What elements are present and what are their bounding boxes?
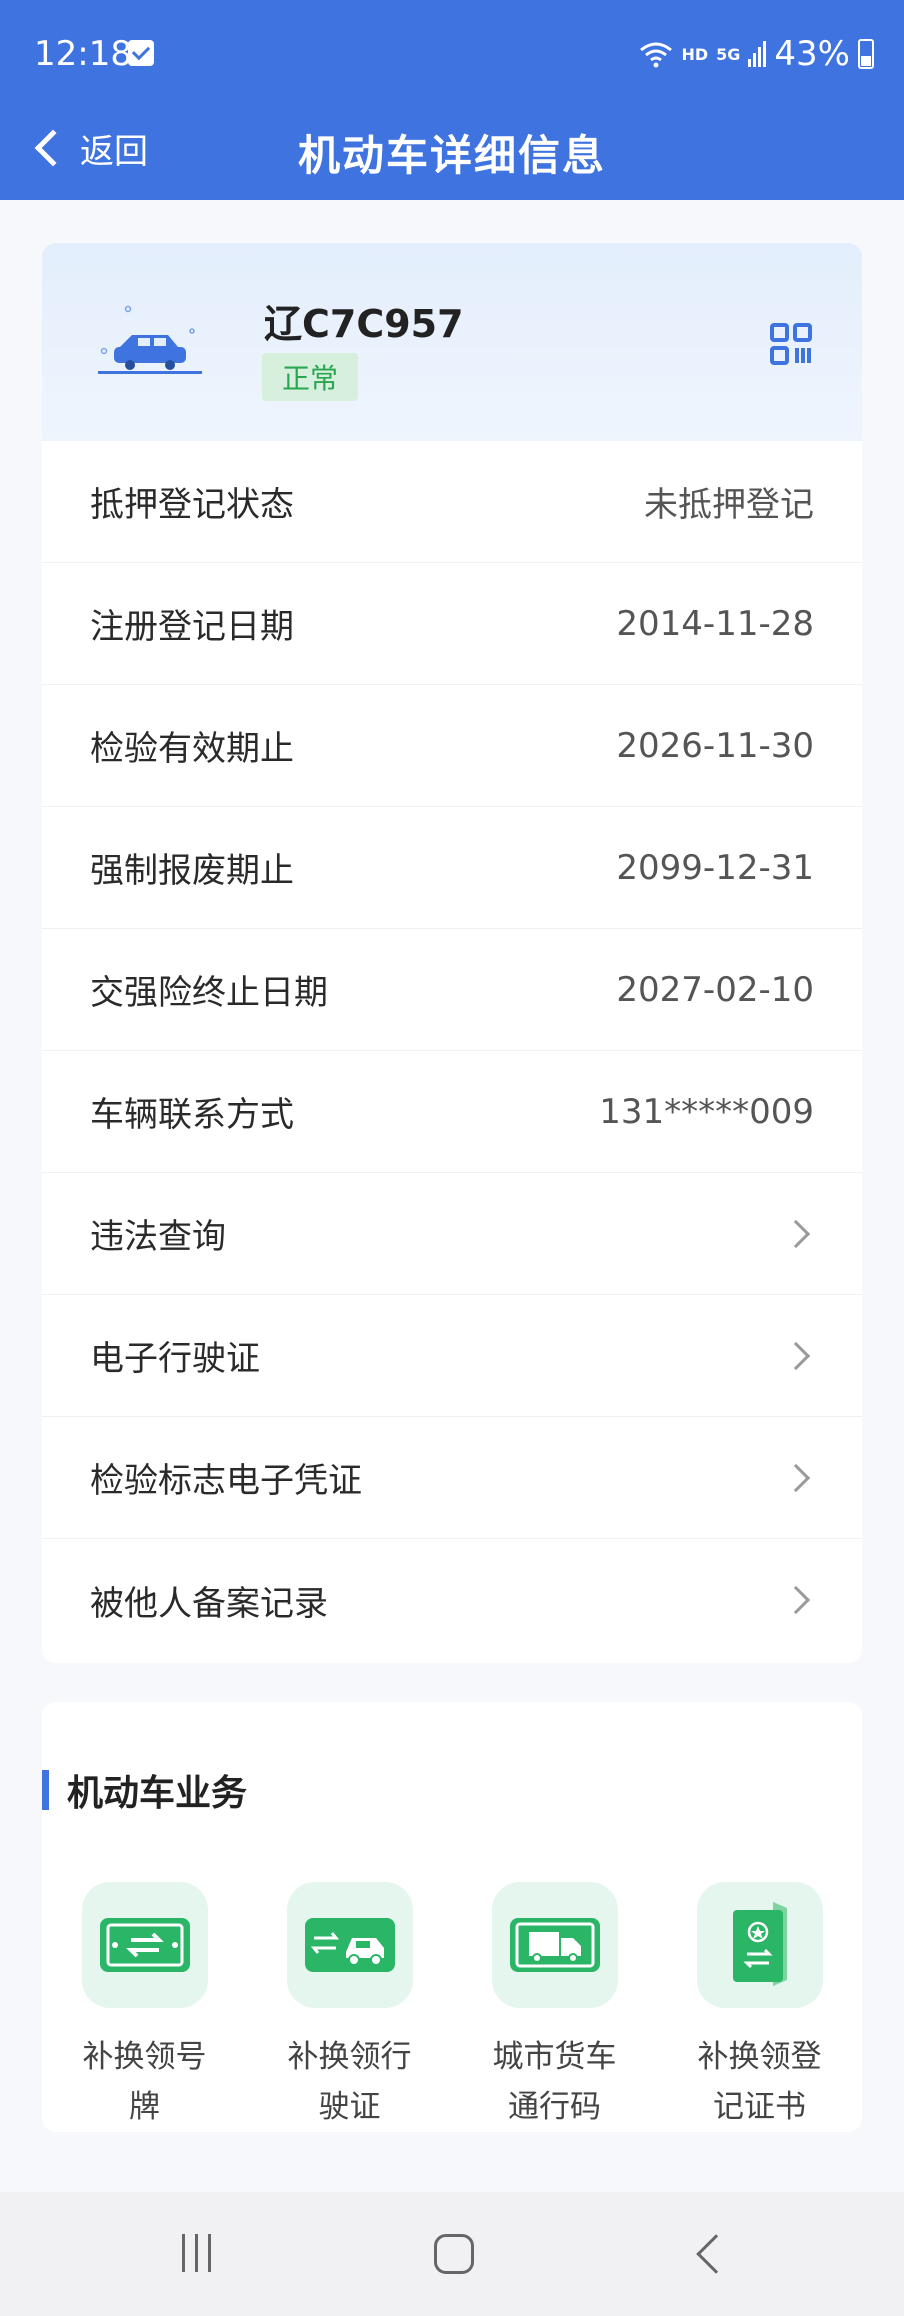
row-label: 抵押登记状态 xyxy=(90,485,294,525)
row-label: 注册登记日期 xyxy=(90,607,294,647)
info-row-inspection-expiry: 检验有效期止 2026-11-30 xyxy=(42,685,862,807)
business-grid: 补换领号牌 补换领行驶证 城市货车通行码 补换领登记证书 xyxy=(42,1882,862,2132)
link-row-violation-query[interactable]: 违法查询 xyxy=(42,1173,862,1295)
system-nav-bar xyxy=(0,2192,904,2316)
row-label: 电子行驶证 xyxy=(90,1339,260,1379)
row-value: 2099-12-31 xyxy=(616,847,814,888)
info-row-registration-date: 注册登记日期 2014-11-28 xyxy=(42,563,862,685)
row-label: 检验有效期止 xyxy=(90,729,294,769)
row-value: 2027-02-10 xyxy=(616,969,814,1010)
certificate-swap-icon xyxy=(732,1902,787,1986)
info-row-insurance-end: 交强险终止日期 2027-02-10 xyxy=(42,929,862,1051)
row-label: 检验标志电子凭证 xyxy=(90,1461,362,1501)
status-bar: 12:18 HD 5G 43% xyxy=(0,0,904,112)
business-label: 补换领号牌 xyxy=(82,2039,207,2125)
vehicle-header: 辽C7C957 正常 xyxy=(42,243,862,441)
row-value: 131*****009 xyxy=(599,1091,814,1132)
back-icon[interactable] xyxy=(696,2234,736,2274)
row-value: 未抵押登记 xyxy=(644,485,814,525)
car-swap-icon xyxy=(304,1918,395,1972)
recent-apps-icon[interactable] xyxy=(182,2234,211,2272)
car-icon xyxy=(98,305,202,374)
row-label: 车辆联系方式 xyxy=(90,1095,294,1135)
row-label: 交强险终止日期 xyxy=(90,973,328,1013)
info-row-mortgage: 抵押登记状态 未抵押登记 xyxy=(42,441,862,563)
row-label: 违法查询 xyxy=(90,1217,226,1257)
row-label: 被他人备案记录 xyxy=(90,1583,328,1624)
section-title: 机动车业务 xyxy=(42,1764,247,1816)
top-nav: 返回 机动车详细信息 xyxy=(0,100,904,200)
home-icon[interactable] xyxy=(434,2234,474,2274)
chevron-right-icon xyxy=(781,1219,811,1248)
status-time: 12:18 xyxy=(34,34,132,74)
business-label: 补换领登记证书 xyxy=(697,2039,822,2125)
business-label: 城市货车通行码 xyxy=(492,2039,617,2125)
business-label: 补换领行驶证 xyxy=(287,2039,412,2125)
business-item-plate[interactable]: 补换领号牌 xyxy=(42,1882,247,2132)
row-label: 强制报废期止 xyxy=(90,851,294,891)
license-plate-swap-icon xyxy=(99,1918,190,1972)
chevron-right-icon xyxy=(781,1341,811,1370)
link-row-e-license[interactable]: 电子行驶证 xyxy=(42,1295,862,1417)
wifi-icon xyxy=(640,42,673,68)
link-row-inspection-voucher[interactable]: 检验标志电子凭证 xyxy=(42,1417,862,1539)
qr-code-icon[interactable] xyxy=(770,323,812,365)
chevron-right-icon xyxy=(781,1585,811,1615)
info-row-scrap-deadline: 强制报废期止 2099-12-31 xyxy=(42,807,862,929)
battery-percent: 43% xyxy=(774,34,850,74)
link-row-filing-records[interactable]: 被他人备案记录 xyxy=(42,1539,862,1661)
row-value: 2014-11-28 xyxy=(616,603,814,644)
signal-type: 5G xyxy=(716,44,741,64)
business-item-certificate[interactable]: 补换领登记证书 xyxy=(657,1882,862,2132)
row-value: 2026-11-30 xyxy=(616,725,814,766)
plate-number: 辽C7C957 xyxy=(264,302,464,346)
status-badge: 正常 xyxy=(262,353,359,401)
page-title: 机动车详细信息 xyxy=(297,131,606,180)
truck-icon xyxy=(509,1918,600,1972)
section-title-text: 机动车业务 xyxy=(67,1773,248,1814)
notification-check-icon xyxy=(128,40,154,66)
business-item-truck-pass[interactable]: 城市货车通行码 xyxy=(452,1882,657,2132)
business-card: 机动车业务 补换领号牌 补换领行驶证 城市货车通行码 补换领登记证书 xyxy=(42,1702,862,2132)
info-row-contact: 车辆联系方式 131*****009 xyxy=(42,1051,862,1173)
network-type: HD xyxy=(681,44,709,64)
battery-icon xyxy=(858,39,874,69)
signal-icon xyxy=(748,41,767,67)
status-right: HD 5G 43% xyxy=(639,34,874,74)
vehicle-card: 辽C7C957 正常 抵押登记状态 未抵押登记 注册登记日期 2014-11-2… xyxy=(42,243,862,1663)
section-bar xyxy=(42,1770,49,1810)
business-item-license[interactable]: 补换领行驶证 xyxy=(247,1882,452,2132)
chevron-right-icon xyxy=(781,1463,811,1492)
